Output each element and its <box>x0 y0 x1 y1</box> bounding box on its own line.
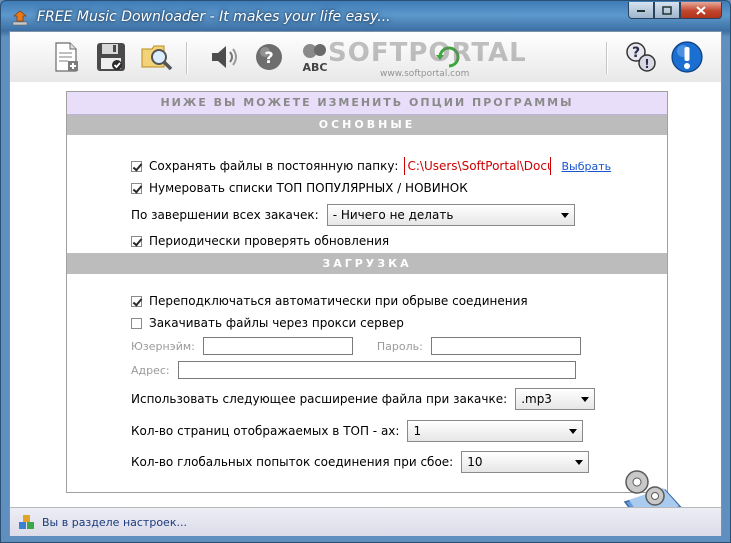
on-complete-select[interactable]: - Ничего не делать <box>326 204 575 226</box>
password-field[interactable] <box>430 337 581 355</box>
numbering-row: Нумеровать списки ТОП ПОПУЛЯРНЫХ / НОВИН… <box>131 181 730 195</box>
new-document-button[interactable] <box>47 38 85 76</box>
numbering-checkbox[interactable] <box>131 182 142 194</box>
retries-value: 10 <box>467 455 483 469</box>
help-sphere-icon: ? <box>256 44 282 70</box>
find-button[interactable] <box>138 38 176 76</box>
help-sphere-button[interactable]: ? <box>250 38 288 76</box>
toolbar: ? ABC SOFTPORTAL www.softportal.com ? ! <box>10 32 721 83</box>
pages-value: 1 <box>413 424 422 438</box>
save-button[interactable] <box>92 38 130 76</box>
client-area: ? ABC SOFTPORTAL www.softportal.com ? ! … <box>9 31 722 536</box>
extension-select[interactable]: .mp3 <box>515 388 596 410</box>
extension-label: Использовать следующее расширение файла … <box>131 392 508 406</box>
on-complete-value: - Ничего не делать <box>332 208 454 222</box>
address-row: Адрес: <box>131 361 661 379</box>
status-blocks-icon <box>19 515 34 529</box>
pages-label: Кол-во страниц отображаемых в ТОП - ах: <box>131 424 400 438</box>
proxy-credentials-row: Юзернэйм: Пароль: <box>131 337 661 355</box>
browse-link[interactable]: Выбрать <box>561 160 611 173</box>
save-folder-row: Сохранять файлы в постоянную папку: C:\U… <box>131 157 661 175</box>
watermark-url: www.softportal.com <box>380 69 470 79</box>
watermark: SOFTPORTAL <box>328 38 527 68</box>
maximize-icon <box>662 5 672 15</box>
dropdown-arrow-icon <box>575 460 584 465</box>
section-main-header: ОСНОВНЫЕ <box>67 115 667 135</box>
reconnect-row: Переподключаться автоматически при обрыв… <box>131 294 730 308</box>
dropdown-arrow-icon <box>560 213 569 218</box>
svg-text:ABC: ABC <box>303 61 328 74</box>
extension-row: Использовать следующее расширение файла … <box>131 388 661 410</box>
retries-row: Кол-во глобальных попыток соединения при… <box>131 451 661 473</box>
reconnect-label: Переподключаться автоматически при обрыв… <box>149 294 528 308</box>
save-folder-checkbox[interactable] <box>131 160 142 172</box>
info-button[interactable] <box>668 38 706 76</box>
numbering-label: Нумеровать списки ТОП ПОПУЛЯРНЫХ / НОВИН… <box>149 181 468 195</box>
pages-row: Кол-во страниц отображаемых в ТОП - ах: … <box>131 420 661 442</box>
options-panel: НИЖЕ ВЫ МОЖЕТЕ ИЗМЕНИТЬ ОПЦИИ ПРОГРАММЫ … <box>66 91 687 529</box>
find-folder-icon <box>141 45 173 71</box>
reconnect-checkbox[interactable] <box>131 295 142 307</box>
password-label: Пароль: <box>376 339 423 353</box>
minimize-icon <box>637 10 645 12</box>
on-complete-row: По завершении всех закачек: - Ничего не … <box>131 204 661 226</box>
status-bar: Вы в разделе настроек... <box>10 507 721 536</box>
abc-spellcheck-icon: ABC <box>303 44 328 74</box>
window-title: FREE Music Downloader - It makes your li… <box>37 9 391 25</box>
svg-text:?: ? <box>632 45 640 61</box>
sound-button[interactable] <box>205 38 243 76</box>
minimize-button[interactable] <box>628 2 654 19</box>
options-banner: НИЖЕ ВЫ МОЖЕТЕ ИЗМЕНИТЬ ОПЦИИ ПРОГРАММЫ <box>67 92 667 115</box>
proxy-checkbox[interactable] <box>131 317 142 329</box>
dropdown-arrow-icon <box>569 429 578 434</box>
save-floppy-icon <box>97 43 125 71</box>
dropdown-arrow-icon <box>581 397 590 402</box>
proxy-row: Закачивать файлы через прокси сервер <box>131 316 730 330</box>
retries-select[interactable]: 10 <box>461 451 590 473</box>
svg-text:!: ! <box>644 57 649 71</box>
svg-text:?: ? <box>264 48 273 67</box>
question-help-icon: ? ! <box>626 42 656 72</box>
retries-label: Кол-во глобальных попыток соединения при… <box>131 455 454 469</box>
address-label: Адрес: <box>131 363 170 377</box>
settings-content: НИЖЕ ВЫ МОЖЕТЕ ИЗМЕНИТЬ ОПЦИИ ПРОГРАММЫ … <box>10 82 721 529</box>
on-complete-label: По завершении всех закачек: <box>131 208 319 222</box>
check-updates-checkbox[interactable] <box>131 235 142 247</box>
address-field[interactable] <box>177 361 576 379</box>
extension-value: .mp3 <box>521 392 552 406</box>
speaker-icon <box>212 46 237 68</box>
check-updates-row: Периодически проверять обновления <box>131 234 730 248</box>
check-updates-label: Периодически проверять обновления <box>149 234 390 248</box>
username-label: Юзернэйм: <box>131 339 195 353</box>
maximize-button[interactable] <box>654 2 680 19</box>
section-download-header: ЗАГРУЗКА <box>67 253 667 274</box>
info-exclamation-icon <box>671 41 703 73</box>
app-logo-icon <box>12 10 28 26</box>
proxy-label: Закачивать файлы через прокси сервер <box>149 316 404 330</box>
username-field[interactable] <box>202 337 353 355</box>
pages-select[interactable]: 1 <box>407 420 584 442</box>
title-bar[interactable]: FREE Music Downloader - It makes your li… <box>1 1 730 35</box>
save-folder-label: Сохранять файлы в постоянную папку: <box>149 159 399 173</box>
new-document-icon <box>55 42 78 72</box>
save-folder-path[interactable]: C:\Users\SoftPortal\Docum <box>404 157 552 175</box>
help-button[interactable]: ? ! <box>622 38 660 76</box>
status-text: Вы в разделе настроек... <box>42 516 187 529</box>
close-button[interactable] <box>680 2 722 19</box>
app-window: FREE Music Downloader - It makes your li… <box>0 0 731 543</box>
close-icon <box>696 5 706 15</box>
